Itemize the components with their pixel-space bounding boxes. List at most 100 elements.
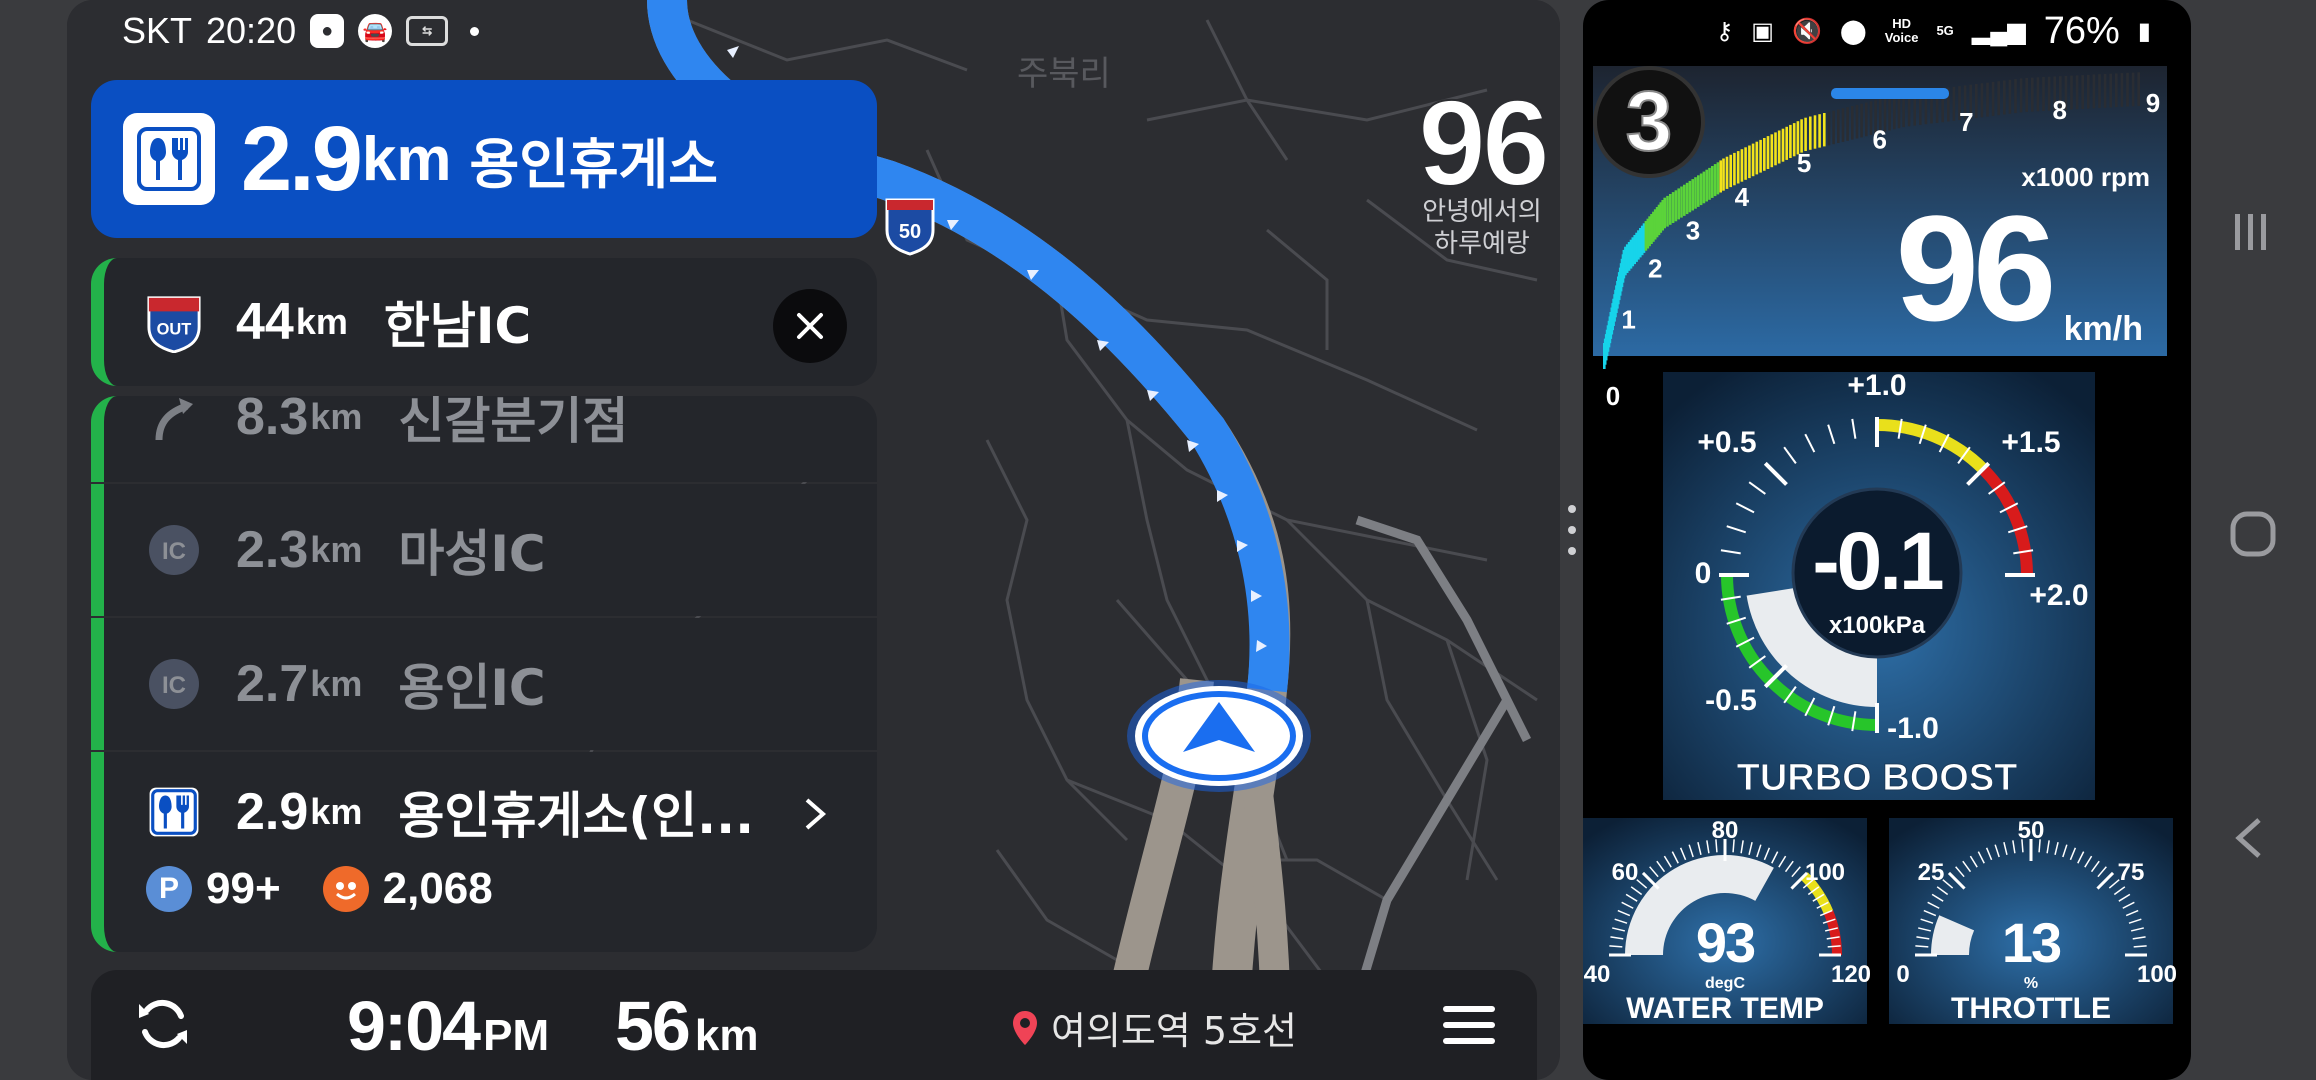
guide-item-distance: 2.7: [236, 655, 309, 713]
rpm-tick-label: 4: [1735, 182, 1750, 212]
rpm-bar-segment: [1755, 141, 1759, 175]
rpm-tick-label: 2: [1648, 253, 1662, 283]
rpm-tick-label: 6: [1872, 125, 1886, 155]
boost-unit: x100kPa: [1829, 612, 1926, 639]
guide-item-distance: 8.3: [236, 396, 309, 446]
rpm-bar-segment: [1804, 117, 1807, 151]
boost-tick-label: -1.0: [1887, 712, 1939, 745]
next-guidance-name: 용인휴게소: [469, 132, 718, 196]
speed-value: 96: [1896, 184, 2051, 352]
guide-item-exit[interactable]: OUT 44 km 한남IC: [91, 258, 877, 386]
speed-overlay-caption-2: 하루예랑: [1434, 229, 1530, 259]
rpm-tick-label: 8: [2052, 95, 2066, 125]
guide-item-distance: 2.9: [236, 783, 309, 841]
rpm-bar-segment: [2081, 75, 2084, 109]
ic-badge-icon: IC: [146, 522, 202, 578]
rpm-bar-segment: [1733, 152, 1736, 186]
rpm-bar-segment: [1846, 107, 1849, 141]
hamburger-menu-icon: [1443, 1006, 1495, 1044]
rpm-bar-segment: [1666, 195, 1669, 227]
boost-tick-label: 0: [1695, 557, 1712, 590]
guide-item-unit: km: [310, 396, 363, 437]
battery-percent: 76%: [2043, 9, 2120, 52]
chevron-right-icon[interactable]: [803, 796, 827, 832]
rpm-bar-segment: [2115, 73, 2118, 108]
split-screen-handle[interactable]: [1568, 505, 1578, 568]
gauge-tick: [2133, 945, 2147, 948]
guide-item-ic[interactable]: IC 2.3 km 마성IC: [91, 484, 877, 616]
rpm-bar-segment: [1991, 81, 1995, 116]
rpm-bar-segment: [2003, 80, 2006, 115]
speed-unit: km/h: [2064, 310, 2143, 348]
recent-apps-icon: [2235, 214, 2266, 250]
location-pin-icon: [1013, 1010, 1037, 1045]
destination-name: 여의도역 5호선: [1051, 1009, 1298, 1053]
location-icon: ⬤: [1839, 17, 1867, 45]
arrival-time-ampm: PM: [483, 1011, 550, 1060]
rpm-bar-segment: [1691, 179, 1694, 211]
boost-tick-label: -0.5: [1705, 684, 1757, 717]
remaining-distance-value: 56: [615, 987, 691, 1065]
rpm-bar-segment: [1832, 110, 1835, 145]
rpm-tick-label: 9: [2146, 88, 2160, 118]
rpm-bar-segment: [1865, 102, 1868, 137]
route-shield: 50: [885, 198, 935, 256]
ic-badge-icon: IC: [146, 656, 202, 712]
close-guide-button[interactable]: [773, 289, 847, 363]
system-navigation-bar: [2191, 0, 2316, 1080]
rpm-bar-segment: [1744, 147, 1747, 180]
rpm-bar-segment: [1725, 156, 1729, 189]
battery-saver-icon: ▣: [1751, 17, 1774, 45]
rpm-bar-segment: [1860, 103, 1863, 138]
gauge-tick: [1915, 945, 1929, 948]
guide-item-rest-area[interactable]: 2.9 km 용인휴게소(인... P 99+ 2,068: [91, 752, 877, 952]
rpm-bar-segment: [2047, 76, 2051, 111]
home-button[interactable]: [2229, 510, 2277, 562]
rpm-bar-segment: [2031, 77, 2034, 112]
rpm-tick-label: 3: [1686, 215, 1700, 245]
guide-item-name: 용인휴게소(인...: [398, 787, 755, 845]
rpm-bar-segment: [1711, 166, 1714, 198]
branch-junction-icon: [146, 396, 202, 445]
guide-item-ic[interactable]: IC 2.7 km 용인IC: [91, 618, 877, 750]
back-button[interactable]: [2229, 816, 2269, 864]
rpm-bar-segment: [1986, 82, 1989, 117]
bottom-bar: 9:04PM 56 km 여의도역 5호선: [91, 970, 1537, 1080]
parking-icon: P: [146, 866, 192, 912]
gear-indicator: 3: [1593, 66, 1705, 178]
next-guidance-distance: 2.9: [241, 107, 363, 210]
remaining-distance: 56 km: [615, 986, 758, 1066]
rpm-bar-segment: [2019, 78, 2023, 113]
gauge-tick-label: 60: [1612, 859, 1639, 886]
rpm-bar-segment: [1763, 138, 1766, 171]
rpm-bar-segment: [2137, 72, 2140, 106]
ev-plug-icon: ⇆: [406, 16, 449, 46]
next-guidance-banner[interactable]: 2.9 km 용인휴게소: [91, 80, 877, 238]
recent-apps-button[interactable]: [2229, 210, 2273, 258]
rpm-bar-segment: [1694, 177, 1697, 209]
rpm-bar-segment: [1893, 95, 1896, 130]
rpm-bar-segment: [2087, 74, 2090, 109]
reroute-button[interactable]: [133, 994, 193, 1058]
carrier-label: SKT: [122, 10, 193, 51]
rpm-bar-segment: [1980, 83, 1984, 118]
more-notifications-icon: [470, 26, 480, 36]
rpm-bar-segment: [1855, 104, 1859, 139]
boost-tick-label: +1.5: [2001, 426, 2060, 459]
route-shield-number: 50: [899, 221, 921, 243]
rpm-bar-segment: [1708, 167, 1711, 200]
guide-item-junction[interactable]: 8.3 km 신갈분기점: [91, 396, 877, 482]
destination-button[interactable]: 여의도역 5호선: [1011, 1000, 1297, 1055]
menu-button[interactable]: [1441, 1002, 1497, 1052]
status-bar-right: ⚷ ▣ 🔇 ⬤ HD Voice 5G ▂▄▆ 76% ▮: [1716, 6, 2151, 56]
gauge-tick-label: 40: [1584, 961, 1611, 988]
gauge-value: 13: [2002, 911, 2061, 974]
rpm-bar-segment: [1699, 173, 1703, 206]
rpm-bar-segment: [2014, 79, 2017, 114]
gauge-unit: degC: [1705, 975, 1745, 992]
signal-icon: ▂▄▆: [1971, 17, 2026, 45]
rpm-bar-segment: [1766, 136, 1770, 169]
guide-item-name: 용인IC: [398, 659, 546, 717]
clock: 20:20: [206, 10, 297, 51]
gauge-tick-label: 100: [1805, 859, 1845, 886]
